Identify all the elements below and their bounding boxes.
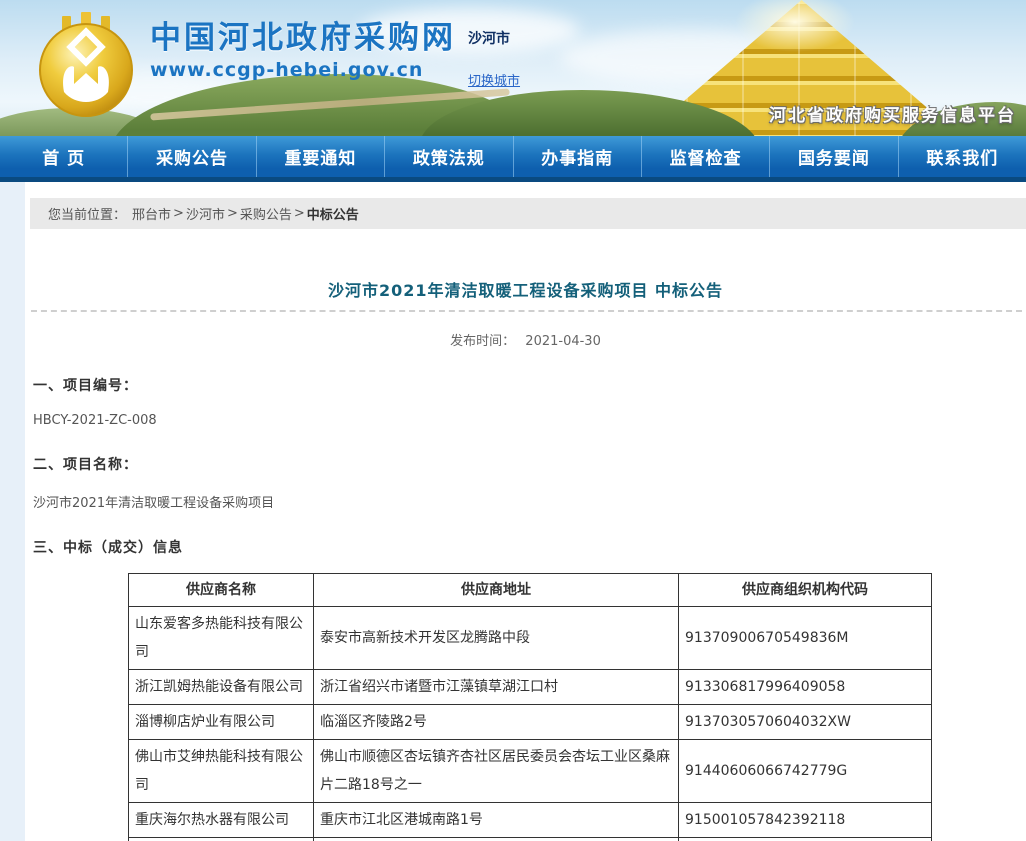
platform-tagline: 河北省政府购买服务信息平台	[769, 101, 1016, 126]
table-row: 浙江凯姆热能设备有限公司浙江省绍兴市诸暨市江藻镇草湖江口村91330681799…	[129, 670, 932, 705]
section-heading-project-number: 一、项目编号：	[33, 375, 1026, 395]
nav-item-procurement-notices[interactable]: 采购公告	[128, 136, 256, 177]
breadcrumb-segment-procurement-notices[interactable]: 采购公告	[240, 204, 292, 223]
supplier-address-cell: 浙江省绍兴市诸暨市江藻镇草湖江口村	[314, 670, 679, 705]
nav-item-policies[interactable]: 政策法规	[385, 136, 513, 177]
supplier-code-cell: 91440606066742779G	[679, 740, 932, 803]
nav-item-contact[interactable]: 联系我们	[899, 136, 1026, 177]
project-number-value: HBCY-2021-ZC-008	[33, 413, 1026, 428]
table-row: 佛山市艾绅热能科技有限公司佛山市顺德区杏坛镇齐杏社区居民委员会杏坛工业区桑麻片二…	[129, 740, 932, 803]
breadcrumb-separator: >	[294, 206, 305, 221]
section-heading-project-name: 二、项目名称：	[33, 454, 1026, 474]
supplier-code-cell: 9137030570604032XW	[679, 705, 932, 740]
switch-city-link[interactable]: 切换城市	[468, 70, 520, 89]
current-city-label: 沙河市	[468, 28, 558, 48]
supplier-address-cell: 佛山市顺德高新区（容桂）建业中路13号	[314, 838, 679, 841]
table-row: 淄博柳店炉业有限公司临淄区齐陵路2号9137030570604032XW	[129, 705, 932, 740]
supplier-code-cell: 91370900670549836M	[679, 607, 932, 670]
table-header-row: 供应商名称 供应商地址 供应商组织机构代码	[129, 574, 932, 607]
breadcrumb-current: 中标公告	[307, 204, 359, 223]
table-row: 山东爱客多热能科技有限公司泰安市高新技术开发区龙腾路中段913709006705…	[129, 607, 932, 670]
breadcrumb-prefix: 您当前位置：	[48, 204, 126, 223]
dashed-divider	[31, 310, 1022, 312]
supplier-table: 供应商名称 供应商地址 供应商组织机构代码 山东爱客多热能科技有限公司泰安市高新…	[128, 573, 932, 841]
project-name-value: 沙河市2021年清洁取暖工程设备采购项目	[33, 492, 1026, 511]
publish-line: 发布时间： 2021-04-30	[25, 330, 1026, 349]
publish-date-label: 发布时间：	[450, 334, 515, 349]
breadcrumb: 您当前位置： 邢台市 > 沙河市 > 采购公告 > 中标公告	[30, 198, 1026, 229]
pyramid-glow	[735, 0, 855, 52]
page: 中国河北政府采购网 www.ccgp-hebei.gov.cn 沙河市 切换城市…	[0, 0, 1026, 841]
publish-date-value: 2021-04-30	[525, 334, 601, 349]
left-side-strip	[0, 182, 25, 841]
supplier-code-cell: 9144060675647330XL	[679, 838, 932, 841]
section-heading-award-info: 三、中标（成交）信息	[33, 537, 1026, 557]
table-row: 重庆海尔热水器有限公司重庆市江北区港城南路1号91500105784239211…	[129, 803, 932, 838]
nav-item-service-guide[interactable]: 办事指南	[514, 136, 642, 177]
nav-item-state-news[interactable]: 国务要闻	[770, 136, 898, 177]
supplier-table-body: 山东爱客多热能科技有限公司泰安市高新技术开发区龙腾路中段913709006705…	[129, 607, 932, 841]
supplier-name-cell: 山东爱客多热能科技有限公司	[129, 607, 314, 670]
supplier-code-cell: 913306817996409058	[679, 670, 932, 705]
col-header-supplier-name: 供应商名称	[129, 574, 314, 607]
supplier-name-cell: 重庆海尔热水器有限公司	[129, 803, 314, 838]
main-column: 您当前位置： 邢台市 > 沙河市 > 采购公告 > 中标公告 沙河市2021年清…	[25, 182, 1026, 841]
breadcrumb-segment-city-xingtai[interactable]: 邢台市	[132, 204, 171, 223]
site-title-block: 中国河北政府采购网 www.ccgp-hebei.gov.cn	[150, 20, 456, 81]
supplier-code-cell: 915001057842392118	[679, 803, 932, 838]
supplier-name-cell: 广东万和新电气股份有限公司	[129, 838, 314, 841]
article-body: 一、项目编号： HBCY-2021-ZC-008 二、项目名称： 沙河市2021…	[33, 375, 1026, 841]
supplier-address-cell: 临淄区齐陵路2号	[314, 705, 679, 740]
supplier-name-cell: 淄博柳店炉业有限公司	[129, 705, 314, 740]
nav-item-important-notices[interactable]: 重要通知	[257, 136, 385, 177]
site-url: www.ccgp-hebei.gov.cn	[150, 59, 456, 81]
nav-item-home[interactable]: 首 页	[0, 136, 128, 177]
supplier-name-cell: 佛山市艾绅热能科技有限公司	[129, 740, 314, 803]
content-area: 您当前位置： 邢台市 > 沙河市 > 采购公告 > 中标公告 沙河市2021年清…	[0, 182, 1026, 841]
nav-item-supervision[interactable]: 监督检查	[642, 136, 770, 177]
col-header-supplier-address: 供应商地址	[314, 574, 679, 607]
breadcrumb-separator: >	[173, 206, 184, 221]
city-selector: 沙河市 切换城市	[468, 28, 558, 89]
supplier-address-cell: 佛山市顺德区杏坛镇齐杏社区居民委员会杏坛工业区桑麻片二路18号之一	[314, 740, 679, 803]
header-banner: 中国河北政府采购网 www.ccgp-hebei.gov.cn 沙河市 切换城市…	[0, 0, 1026, 136]
supplier-address-cell: 重庆市江北区港城南路1号	[314, 803, 679, 838]
site-name: 中国河北政府采购网	[150, 20, 456, 57]
announcement-title: 沙河市2021年清洁取暖工程设备采购项目 中标公告	[25, 277, 1026, 301]
col-header-supplier-org-code: 供应商组织机构代码	[679, 574, 932, 607]
site-logo-icon	[34, 12, 138, 120]
supplier-address-cell: 泰安市高新技术开发区龙腾路中段	[314, 607, 679, 670]
breadcrumb-separator: >	[227, 206, 238, 221]
table-row: 广东万和新电气股份有限公司佛山市顺德高新区（容桂）建业中路13号91440606…	[129, 838, 932, 841]
main-nav: 首 页 采购公告 重要通知 政策法规 办事指南 监督检查 国务要闻 联系我们	[0, 136, 1026, 182]
breadcrumb-segment-city-shahe[interactable]: 沙河市	[186, 204, 225, 223]
supplier-name-cell: 浙江凯姆热能设备有限公司	[129, 670, 314, 705]
